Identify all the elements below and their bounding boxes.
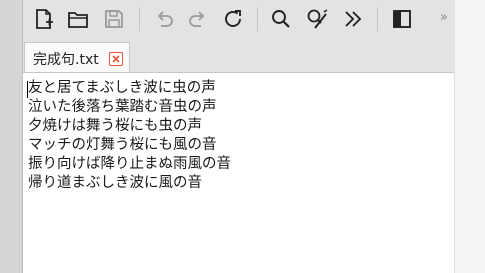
toolbar bbox=[23, 0, 454, 38]
new-file-icon bbox=[36, 9, 53, 29]
editor-line: 振り向けば降り止まぬ雨風の音 bbox=[28, 156, 231, 172]
reload-icon bbox=[225, 10, 241, 27]
undo-button[interactable] bbox=[151, 6, 177, 32]
toggle-sidebar-button[interactable] bbox=[389, 6, 415, 32]
tab-close-button[interactable] bbox=[109, 52, 123, 66]
new-file-button[interactable] bbox=[31, 6, 57, 32]
editor-line: 泣いた後落ち葉踏む音虫の声 bbox=[28, 99, 217, 115]
more-button[interactable] bbox=[340, 6, 366, 32]
editor-line: 夕焼けは舞う桜にも虫の声 bbox=[28, 118, 202, 134]
toggle-sidebar-icon bbox=[393, 10, 411, 28]
right-gutter bbox=[455, 0, 485, 273]
toolbar-overflow-icon[interactable]: » bbox=[440, 10, 448, 25]
save-button[interactable] bbox=[101, 6, 127, 32]
redo-icon bbox=[189, 11, 205, 27]
tab-bar: 完成句.txt bbox=[23, 38, 454, 72]
open-folder-icon bbox=[68, 12, 88, 28]
toolbar-separator bbox=[257, 7, 258, 31]
editor-line: 帰り道まぶしき波に風の音 bbox=[28, 175, 202, 191]
open-button[interactable] bbox=[65, 6, 91, 32]
text-editor[interactable]: 友と居てまぶしき波に虫の声 泣いた後落ち葉踏む音虫の声 夕焼けは舞う桜にも虫の声… bbox=[23, 72, 454, 273]
search-replace-button[interactable] bbox=[304, 6, 330, 32]
search-icon bbox=[272, 10, 290, 28]
more-chevrons-icon bbox=[345, 11, 362, 27]
editor-line: 友と居てまぶしき波に虫の声 bbox=[28, 80, 216, 96]
save-icon bbox=[105, 10, 123, 28]
toolbar-separator bbox=[377, 7, 378, 31]
editor-line: マッチの灯舞う桜にも風の音 bbox=[28, 137, 217, 153]
search-replace-icon bbox=[307, 9, 328, 29]
search-button[interactable] bbox=[268, 6, 294, 32]
reload-button[interactable] bbox=[220, 6, 246, 32]
close-icon bbox=[112, 55, 120, 63]
tab-label: 完成句.txt bbox=[33, 52, 99, 68]
tab-file[interactable]: 完成句.txt bbox=[24, 42, 130, 72]
redo-button[interactable] bbox=[185, 6, 211, 32]
undo-icon bbox=[157, 11, 173, 27]
toolbar-separator bbox=[139, 7, 140, 31]
